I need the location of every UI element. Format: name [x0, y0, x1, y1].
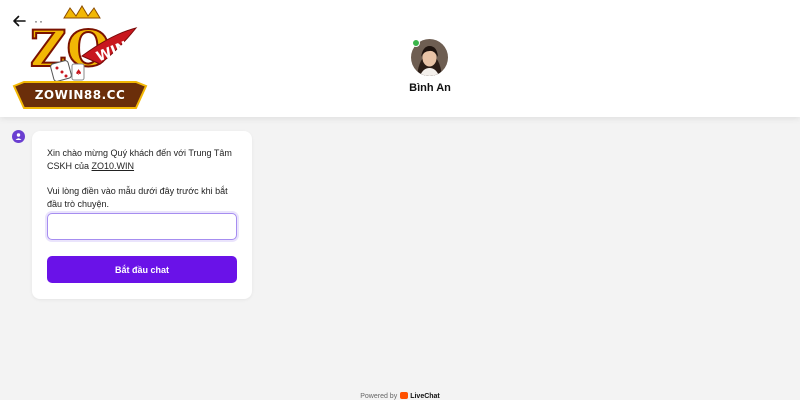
livechat-brand[interactable]: LiveChat — [410, 393, 440, 400]
form-prompt: Vui lòng điền vào mẫu dưới đây trước khi… — [47, 186, 228, 209]
chat-header: ·· ZO WIN ♠ ZOWIN88.CC Bình An — [0, 0, 800, 117]
svg-text:♠: ♠ — [75, 68, 82, 77]
welcome-link[interactable]: ZO10.WIN — [92, 161, 135, 171]
prechat-input[interactable] — [47, 213, 237, 240]
zowin-logo: ZO WIN ♠ ZOWIN88.CC — [12, 4, 148, 112]
user-icon — [12, 130, 25, 143]
logo-banner-text: ZOWIN88.CC — [34, 88, 126, 102]
welcome-text: Xin chào mừng Quý khách đến với Trung Tâ… — [47, 148, 232, 171]
prechat-form-card: Xin chào mừng Quý khách đến với Trung Tâ… — [32, 131, 252, 299]
welcome-message: Xin chào mừng Quý khách đến với Trung Tâ… — [47, 147, 242, 173]
powered-by-footer: Powered by LiveChat — [0, 392, 800, 400]
livechat-icon — [400, 392, 409, 399]
agent-name: Bình An — [409, 82, 451, 94]
powered-by-text: Powered by — [360, 393, 398, 400]
online-status-dot — [412, 39, 420, 47]
start-chat-button[interactable]: Bắt đầu chat — [47, 256, 237, 283]
